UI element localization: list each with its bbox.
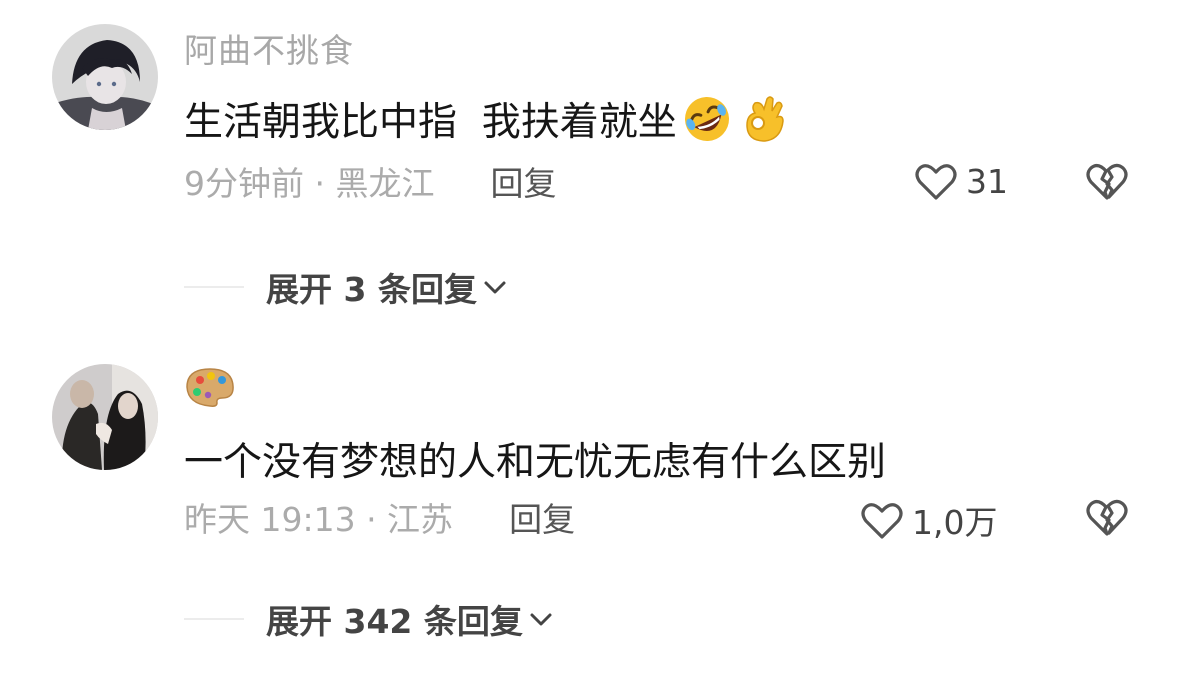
divider-line: [184, 286, 244, 288]
heart-outline-icon[interactable]: [914, 160, 958, 202]
divider-line: [184, 618, 244, 620]
comment-text: 生活朝我比中指 我扶着就坐: [184, 90, 789, 148]
expand-replies-row: 展开 342 条回复: [184, 594, 555, 644]
chevron-down-icon[interactable]: [477, 277, 509, 297]
like-count: 1,0万: [912, 503, 998, 542]
like-button[interactable]: 1,0万: [860, 496, 997, 544]
ok-hand-emoji: [737, 93, 789, 145]
comment-item: 一个没有梦想的人和无忧无虑有什么区别 昨天 19:13 · 江苏 回复 1,0万…: [0, 340, 1179, 696]
reply-button[interactable]: 回复: [490, 157, 556, 205]
comment-body: 一个没有梦想的人和无忧无虑有什么区别: [184, 440, 887, 485]
heart-outline-icon[interactable]: [860, 499, 904, 541]
comment-item: 阿曲不挑食 生活朝我比中指 我扶着就坐 9分钟前 · 黑龙江 回复 31 展开 …: [0, 0, 1179, 340]
artist-palette-emoji[interactable]: [184, 366, 236, 408]
like-button[interactable]: 31: [914, 160, 1008, 202]
expand-replies-button[interactable]: 展开 3 条回复: [266, 263, 509, 311]
expand-replies-label[interactable]: 展开 342 条回复: [266, 595, 523, 643]
chevron-down-icon[interactable]: [523, 609, 555, 629]
broken-heart-icon[interactable]: [1084, 496, 1130, 538]
rolling-on-floor-laughing-emoji: [681, 93, 733, 145]
avatar[interactable]: [52, 24, 158, 130]
comment-time-location: 9分钟前 · 黑龙江: [184, 164, 435, 203]
expand-replies-row: 展开 3 条回复: [184, 262, 509, 312]
like-count: 31: [966, 161, 1008, 201]
expand-replies-label[interactable]: 展开 3 条回复: [266, 263, 477, 311]
reply-button[interactable]: 回复: [509, 493, 575, 541]
broken-heart-icon[interactable]: [1084, 160, 1130, 202]
avatar[interactable]: [52, 364, 158, 470]
comment-meta-row: 昨天 19:13 · 江苏 回复 1,0万: [184, 492, 1179, 542]
expand-replies-button[interactable]: 展开 342 条回复: [266, 595, 555, 643]
comment-body: 生活朝我比中指 我扶着就坐: [184, 100, 677, 145]
comment-meta-row: 9分钟前 · 黑龙江 回复 31: [184, 156, 1179, 206]
comment-text: 一个没有梦想的人和无忧无虑有什么区别: [184, 430, 886, 488]
comment-time-location: 昨天 19:13 · 江苏: [184, 500, 454, 539]
username[interactable]: 阿曲不挑食: [184, 24, 354, 72]
